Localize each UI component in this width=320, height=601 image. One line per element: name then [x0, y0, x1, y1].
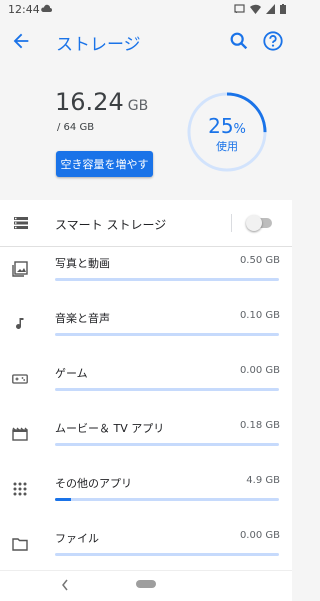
used-value: 16.24: [55, 88, 124, 116]
page-title: ストレージ: [56, 35, 141, 55]
smart-storage-label: スマート ストレージ: [55, 218, 167, 232]
category-size: 4.9 GB: [246, 475, 280, 486]
category-size: 0.18 GB: [239, 420, 280, 431]
category-usage-fill: [55, 498, 71, 501]
folder-icon: [12, 536, 28, 552]
status-icons: [234, 4, 286, 14]
category-label: ゲーム: [55, 367, 88, 380]
category-label: ファイル: [55, 532, 99, 545]
smart-storage-toggle[interactable]: [246, 215, 272, 231]
signal-icon: [266, 4, 275, 14]
category-label: 音楽と音声: [55, 312, 110, 325]
category-row[interactable]: 写真と動画 0.50 GB: [0, 247, 292, 301]
usage-percent-sign: %: [233, 122, 246, 137]
category-row[interactable]: ゲーム 0.00 GB: [0, 357, 292, 411]
category-usage-bar: [55, 388, 279, 391]
storage-list: スマート ストレージ 写真と動画 0.50 GB 音楽と音声 0.10 GB ゲーム 0.…: [0, 200, 292, 570]
category-size: 0.00 GB: [239, 530, 280, 541]
category-label: その他のアプリ: [55, 477, 132, 490]
category-size: 0.50 GB: [239, 255, 280, 266]
cloud-icon: [41, 4, 52, 12]
used-storage: 16.24 GB: [55, 88, 148, 116]
back-arrow-icon[interactable]: [10, 30, 32, 52]
status-bar: 12:44: [0, 0, 292, 20]
category-size: 0.10 GB: [239, 310, 280, 321]
apps-grid-icon: [12, 481, 28, 497]
home-pill[interactable]: [136, 580, 156, 588]
gamepad-icon: [12, 371, 28, 387]
category-usage-bar: [55, 333, 279, 336]
usage-label: 使用: [216, 140, 238, 153]
category-usage-bar: [55, 498, 279, 501]
music-note-icon: [12, 316, 28, 332]
category-row[interactable]: ファイル 0.00 GB: [0, 522, 292, 576]
cast-icon: [234, 4, 245, 14]
usage-percent: 25%: [186, 114, 268, 138]
category-row[interactable]: ムービー＆ TV アプリ 0.18 GB: [0, 412, 292, 466]
help-icon[interactable]: [262, 30, 284, 52]
search-icon[interactable]: [228, 30, 250, 52]
photo-icon: [12, 261, 28, 277]
category-size: 0.00 GB: [239, 365, 280, 376]
smart-storage-icon: [14, 217, 28, 229]
category-row[interactable]: 音楽と音声 0.10 GB: [0, 302, 292, 356]
battery-icon: [280, 4, 286, 14]
nav-back-icon[interactable]: [60, 578, 70, 592]
category-row[interactable]: その他のアプリ 4.9 GB: [0, 467, 292, 521]
category-usage-bar: [55, 278, 279, 281]
used-unit: GB: [127, 98, 149, 114]
toggle-knob: [246, 215, 262, 231]
category-usage-bar: [55, 553, 279, 556]
row-divider: [231, 214, 232, 232]
category-usage-bar: [55, 443, 279, 446]
usage-percent-value: 25: [208, 114, 234, 138]
navigation-bar: [0, 570, 292, 601]
category-label: 写真と動画: [55, 257, 110, 270]
free-up-space-button[interactable]: 空き容量を増やす: [56, 151, 153, 177]
movie-icon: [12, 426, 28, 442]
wifi-icon: [250, 4, 261, 14]
total-storage: / 64 GB: [57, 122, 95, 133]
category-label: ムービー＆ TV アプリ: [55, 422, 165, 435]
status-time: 12:44: [8, 3, 40, 16]
storage-summary: 16.24 GB / 64 GB 空き容量を増やす 25% 使用: [0, 62, 292, 200]
app-bar: ストレージ: [0, 20, 292, 62]
smart-storage-row[interactable]: スマート ストレージ: [0, 200, 292, 247]
